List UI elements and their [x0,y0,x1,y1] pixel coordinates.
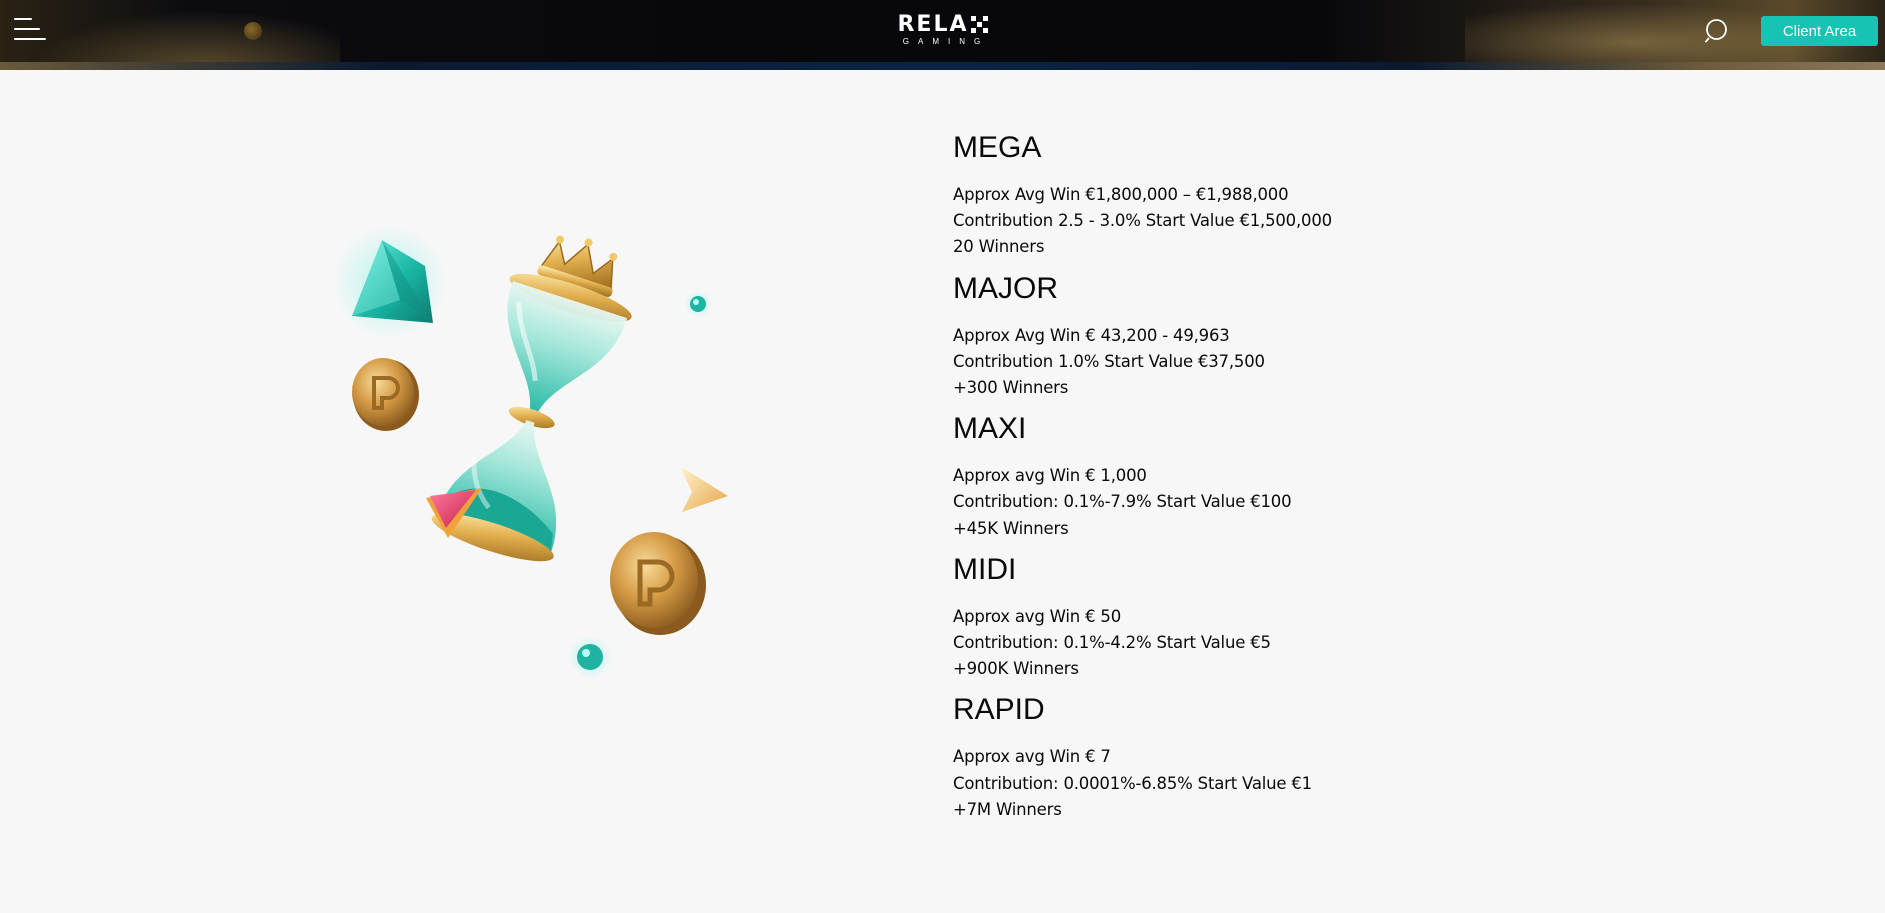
tier-avg-win: Approx avg Win € 7 [953,747,1111,767]
logo-subtitle: GAMING [902,37,990,46]
logo-wordmark: RELA [893,14,993,36]
tier-contribution: Contribution 1.0% Start Value €37,500 [953,351,1265,371]
tier-details: Approx avg Win € 1,000 Contribution: 0.1… [953,463,1553,542]
tier-winners: +7M Winners [953,799,1062,819]
hamburger-menu-icon[interactable] [14,18,48,42]
tier-details: Approx avg Win € 50 Contribution: 0.1%-4… [953,604,1553,683]
jackpot-tier-rapid: RAPID Approx avg Win € 7 Contribution: 0… [953,690,1553,823]
tier-details: Approx Avg Win €1,800,000 – €1,988,000 C… [953,182,1553,261]
hourglass-jackpot-illustration [330,220,750,700]
tier-winners: +900K Winners [953,659,1079,679]
tier-avg-win: Approx avg Win € 50 [953,606,1122,626]
tier-details: Approx avg Win € 7 Contribution: 0.0001%… [953,744,1553,823]
jackpot-tiers: MEGA Approx Avg Win €1,800,000 – €1,988,… [953,128,1553,831]
jackpot-tier-midi: MIDI Approx avg Win € 50 Contribution: 0… [953,550,1553,683]
jackpot-tier-major: MAJOR Approx Avg Win € 43,200 - 49,963 C… [953,269,1553,402]
relax-gaming-logo[interactable]: RELA GAMING [893,14,993,48]
tier-details: Approx Avg Win € 43,200 - 49,963 Contrib… [953,323,1553,402]
header-coin-art [244,22,262,40]
tier-title: MIDI [953,552,1017,586]
tier-winners: +300 Winners [953,378,1069,398]
search-icon[interactable] [1705,18,1731,44]
client-area-button[interactable]: Client Area [1761,16,1878,46]
header-background-art [0,0,340,70]
tier-contribution: Contribution 2.5 - 3.0% Start Value €1,5… [953,211,1332,231]
tier-contribution: Contribution: 0.0001%-6.85% Start Value … [953,773,1312,793]
tier-winners: 20 Winners [953,237,1045,257]
menu-line [14,18,32,20]
menu-line [14,28,40,30]
tier-winners: +45K Winners [953,518,1069,538]
jackpot-tier-maxi: MAXI Approx avg Win € 1,000 Contribution… [953,409,1553,542]
tier-avg-win: Approx avg Win € 1,000 [953,466,1147,486]
site-header: RELA GAMING Client Area [0,0,1885,70]
logo-x-mark [970,16,989,34]
jackpot-tier-mega: MEGA Approx Avg Win €1,800,000 – €1,988,… [953,128,1553,261]
tier-title: MAXI [953,412,1027,446]
tier-avg-win: Approx Avg Win €1,800,000 – €1,988,000 [953,185,1289,204]
tier-title: MEGA [953,131,1042,164]
tier-avg-win: Approx Avg Win € 43,200 - 49,963 [953,325,1230,345]
logo-text: RELA [897,12,969,37]
tier-contribution: Contribution: 0.1%-4.2% Start Value €5 [953,633,1271,653]
menu-line [14,38,46,40]
tier-title: MAJOR [953,271,1058,305]
tier-title: RAPID [953,693,1045,727]
tier-contribution: Contribution: 0.1%-7.9% Start Value €100 [953,492,1292,512]
